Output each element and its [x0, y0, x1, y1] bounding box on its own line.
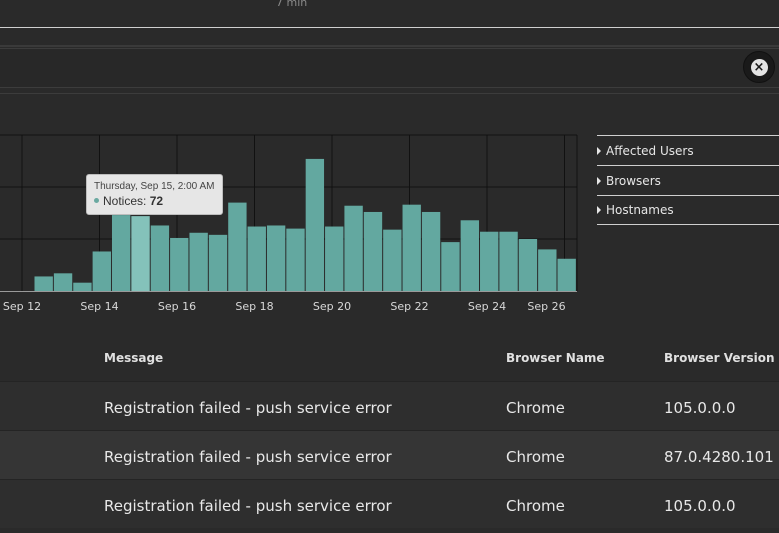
chart-bar[interactable] [499, 231, 518, 291]
chart-bar[interactable] [383, 229, 402, 291]
table-row[interactable]: Registration failed - push service error… [0, 479, 779, 528]
caret-right-icon [597, 146, 601, 155]
caret-right-icon [597, 206, 601, 214]
cell-browser-version: 105.0.0.0 [664, 497, 736, 515]
notices-chart: Sep 12 Sep 14 Sep 16 Sep 18 Sep 20 Sep 22 Sep … [0, 134, 578, 313]
chart-bar[interactable] [344, 205, 363, 291]
tooltip-label: Notices: [103, 194, 147, 208]
chart-bar[interactable] [131, 216, 150, 291]
column-header-message[interactable]: Message [104, 351, 163, 365]
cell-message: Registration failed - push service error [104, 497, 392, 515]
cell-browser-name: Chrome [506, 399, 565, 417]
top-summary-strip: 7 min [0, 0, 779, 28]
chart-bar[interactable] [305, 158, 325, 291]
x-tick-label: Sep 26 [527, 300, 565, 313]
chart-bar[interactable] [150, 225, 170, 291]
chart-bar[interactable] [441, 242, 460, 291]
facet-label: Affected Users [606, 143, 694, 158]
chart-bar[interactable] [518, 239, 538, 291]
chart-bar[interactable] [538, 249, 557, 291]
chart-bar[interactable] [402, 204, 421, 291]
close-icon: × [750, 58, 768, 76]
chart-bar[interactable] [34, 276, 53, 291]
caret-right-icon [597, 176, 601, 185]
x-tick-label: Sep 22 [390, 300, 428, 313]
x-tick-label: Sep 24 [468, 300, 506, 313]
facet-hostnames[interactable]: Hostnames [597, 195, 779, 225]
chart-bar[interactable] [111, 215, 131, 291]
facet-label: Hostnames [606, 203, 674, 217]
chart-bar[interactable] [92, 251, 111, 291]
facet-browsers[interactable]: Browsers [597, 165, 779, 195]
chart-tooltip: Thursday, Sep 15, 2:00 AM Notices: 72 [86, 174, 223, 215]
x-tick-label: Sep 12 [3, 300, 41, 313]
column-header-browser-name[interactable]: Browser Name [506, 351, 605, 365]
facet-label: Browsers [606, 173, 661, 188]
x-tick-label: Sep 20 [313, 300, 351, 313]
search-input[interactable] [0, 48, 779, 88]
table-row[interactable]: Registration failed - push service error… [0, 381, 779, 430]
chart-bar[interactable] [208, 234, 228, 291]
cell-browser-version: 105.0.0.0 [664, 399, 736, 417]
cell-browser-name: Chrome [506, 448, 565, 466]
cell-message: Registration failed - push service error [104, 399, 392, 417]
chart-bar[interactable] [228, 202, 247, 291]
table-header: Message Browser Name Browser Version [0, 334, 779, 381]
notices-table: Message Browser Name Browser Version Reg… [0, 334, 779, 528]
time-label: 7 min [276, 0, 308, 9]
chart-bar[interactable] [480, 231, 499, 291]
chart-bar[interactable] [557, 258, 576, 291]
chart-bar[interactable] [266, 225, 286, 291]
chart-bar[interactable] [189, 232, 208, 291]
chart-bar[interactable] [421, 211, 441, 291]
cell-browser-name: Chrome [506, 497, 565, 515]
cell-message: Registration failed - push service error [104, 448, 392, 466]
table-row[interactable]: Registration failed - push service error… [0, 430, 779, 479]
divider [0, 45, 779, 47]
tooltip-row: Notices: 72 [94, 194, 215, 208]
chart-bar[interactable] [460, 220, 480, 291]
chart-bar[interactable] [53, 273, 73, 291]
x-tick-label: Sep 16 [158, 300, 196, 313]
series-dot-icon [94, 198, 99, 203]
x-tick-label: Sep 14 [80, 300, 118, 313]
chart-bar[interactable] [247, 226, 266, 291]
facet-affected-users[interactable]: Affected Users [597, 135, 779, 165]
x-tick-label: Sep 18 [235, 300, 273, 313]
chart-x-ticks: Sep 12 Sep 14 Sep 16 Sep 18 Sep 20 Sep 22 Sep … [3, 300, 566, 313]
facet-list: Affected Users Browsers Hostnames [597, 135, 779, 225]
panel-divider [0, 93, 779, 94]
chart-bar[interactable] [325, 226, 344, 291]
tooltip-value: 72 [149, 194, 164, 208]
clear-search-button[interactable]: × [743, 51, 775, 83]
column-header-browser-version[interactable]: Browser Version [664, 351, 775, 365]
chart-bar[interactable] [363, 211, 383, 291]
chart-bar[interactable] [170, 237, 189, 291]
chart-bar[interactable] [286, 228, 305, 291]
chart-bar[interactable] [73, 282, 92, 291]
tooltip-date: Thursday, Sep 15, 2:00 AM [94, 181, 215, 192]
cell-browser-version: 87.0.4280.101 [664, 448, 774, 466]
